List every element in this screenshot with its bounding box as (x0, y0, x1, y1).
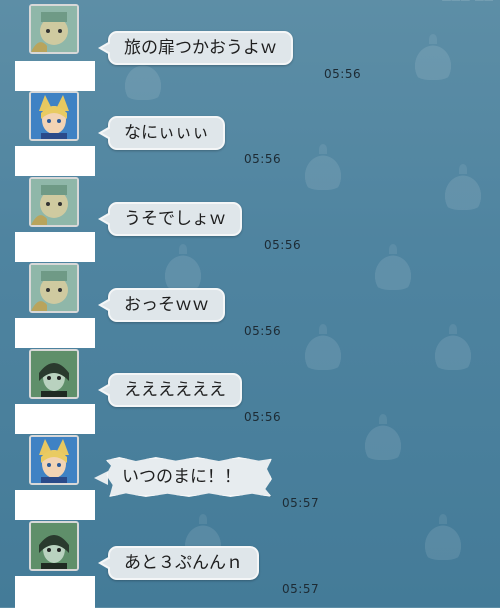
message-bubble: なにぃぃぃ (98, 116, 225, 150)
username-label (15, 404, 95, 434)
message-bubble: 旅の扉つかおうよｗ (98, 31, 293, 65)
background-slime-decoration (160, 244, 206, 290)
message-bubble: ええええええ (98, 373, 242, 407)
username-label (15, 61, 95, 91)
username-label (15, 318, 95, 348)
background-slime-decoration (420, 514, 466, 560)
message-timestamp: 05:56 (244, 152, 282, 166)
dark-haired-elf-avatar[interactable] (29, 521, 79, 571)
message-timestamp: 05:56 (264, 238, 302, 252)
background-slime-decoration (410, 34, 456, 80)
dark-haired-elf-avatar[interactable] (29, 349, 79, 399)
message-timestamp: 05:57 (282, 496, 320, 510)
username-label (15, 490, 95, 520)
green-robed-character-avatar[interactable] (29, 263, 79, 313)
background-slime-decoration (360, 414, 406, 460)
username-label (15, 232, 95, 262)
message-bubble: おっそｗｗ (98, 288, 225, 322)
status-bar-clipped: ▀▀▀ ▀▀ (442, 0, 494, 7)
background-slime-decoration (300, 324, 346, 370)
username-label (15, 146, 95, 176)
username-label (15, 576, 95, 608)
blonde-catgirl-avatar[interactable] (29, 435, 79, 485)
message-timestamp: 05:56 (244, 324, 282, 338)
background-slime-decoration (430, 324, 476, 370)
message-bubble: あと３ぷんんｎ (98, 546, 259, 580)
shout-bubble-tail (94, 471, 108, 485)
background-slime-decoration (440, 164, 486, 210)
green-robed-character-avatar[interactable] (29, 177, 79, 227)
shout-message-bubble: いつのまに！！ (106, 457, 272, 497)
message-timestamp: 05:56 (244, 410, 282, 424)
message-bubble: うそでしょｗ (98, 202, 242, 236)
message-timestamp: 05:57 (282, 582, 320, 596)
background-slime-decoration (370, 244, 416, 290)
background-slime-decoration (300, 144, 346, 190)
message-timestamp: 05:56 (324, 67, 362, 81)
green-robed-character-avatar[interactable] (29, 4, 79, 54)
background-slime-decoration (120, 54, 166, 100)
blonde-catgirl-avatar[interactable] (29, 91, 79, 141)
